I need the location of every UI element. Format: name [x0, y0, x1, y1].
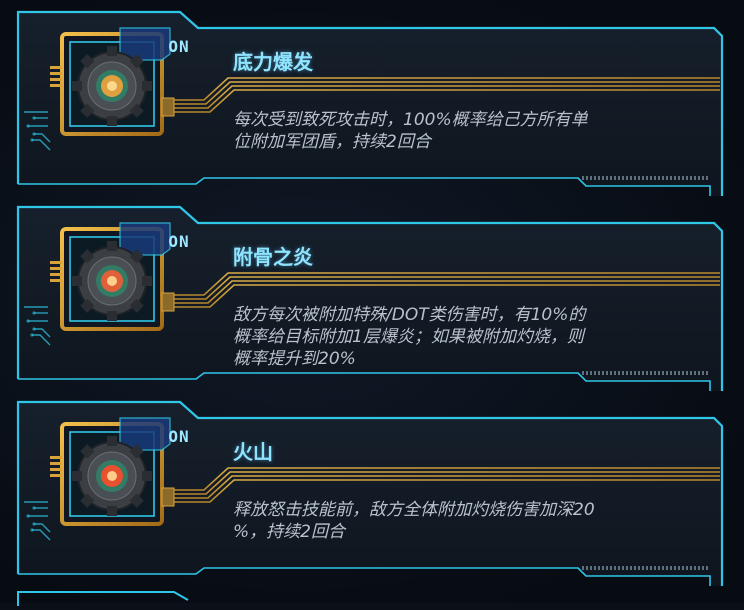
description-line: 位附加军团盾，持续2回合 [233, 132, 431, 152]
corner-hatch-decoration [582, 566, 708, 570]
skill-card[interactable]: ON 附骨之炎 敌方每次被附加特殊/DOT类伤害时，有10%的 概率给目标附加1层… [14, 203, 726, 391]
skill-description: 释放怒击技能前，敌方全体附加灼烧伤害加深20 %，持续2回合 [233, 499, 683, 543]
skill-name: 火山 [233, 440, 273, 464]
description-line: %，持续2回合 [233, 522, 345, 542]
skill-description: 每次受到致死攻击时，100%概率给己方所有单 位附加军团盾，持续2回合 [233, 109, 683, 153]
description-line: 每次受到致死攻击时，100%概率给己方所有单 [233, 110, 588, 130]
next-card-frame [17, 591, 189, 606]
status-badge: ON [168, 37, 190, 56]
status-badge: ON [168, 427, 190, 446]
description-line: 释放怒击技能前，敌方全体附加灼烧伤害加深20 [233, 500, 595, 520]
skill-name: 底力爆发 [233, 50, 313, 74]
skill-card[interactable]: ON 底力爆发 每次受到致死攻击时，100%概率给己方所有单 位附加军团盾，持续2… [14, 8, 726, 196]
next-skill-card-partial [14, 586, 726, 606]
skill-emblem: ON [48, 416, 189, 534]
skill-emblem: ON [48, 26, 189, 144]
description-line: 敌方每次被附加特殊/DOT类伤害时，有10%的 [233, 305, 586, 325]
corner-hatch-decoration [582, 371, 708, 375]
skill-card[interactable]: ON 火山 释放怒击技能前，敌方全体附加灼烧伤害加深20 %，持续2回合 [14, 398, 726, 586]
status-badge: ON [168, 232, 190, 251]
corner-hatch-decoration [582, 176, 708, 180]
skill-description: 敌方每次被附加特殊/DOT类伤害时，有10%的 概率给目标附加1层爆炎；如果被附加… [233, 304, 683, 370]
skill-name: 附骨之炎 [233, 245, 313, 269]
description-line: 概率提升到20% [233, 349, 356, 369]
description-line: 概率给目标附加1层爆炎；如果被附加灼烧，则 [233, 327, 584, 347]
skill-emblem: ON [48, 221, 189, 339]
